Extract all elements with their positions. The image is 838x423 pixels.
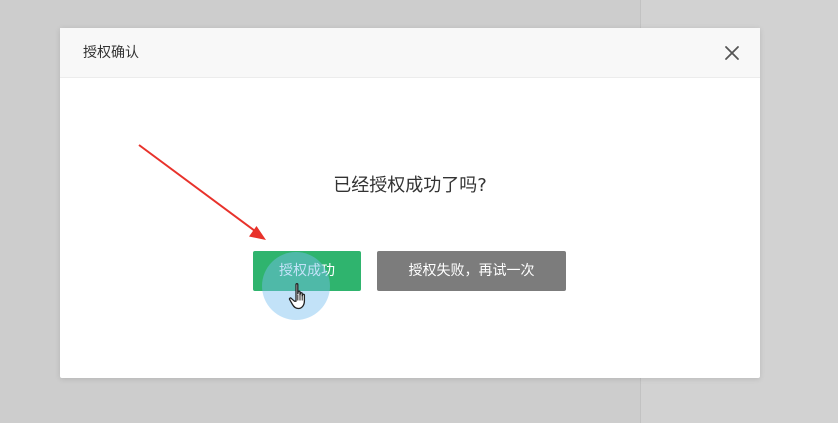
- close-button[interactable]: [720, 41, 744, 65]
- auth-fail-retry-button[interactable]: 授权失败，再试一次: [377, 251, 566, 291]
- dialog-title: 授权确认: [83, 45, 139, 61]
- dialog-header: 授权确认: [60, 28, 760, 78]
- dialog-question: 已经授权成功了吗?: [333, 175, 487, 196]
- close-icon: [725, 46, 739, 60]
- auth-success-button[interactable]: 授权成功: [253, 251, 361, 291]
- auth-confirm-dialog: 授权确认 已经授权成功了吗? 授权成功 授权失败，再试一次: [60, 28, 760, 378]
